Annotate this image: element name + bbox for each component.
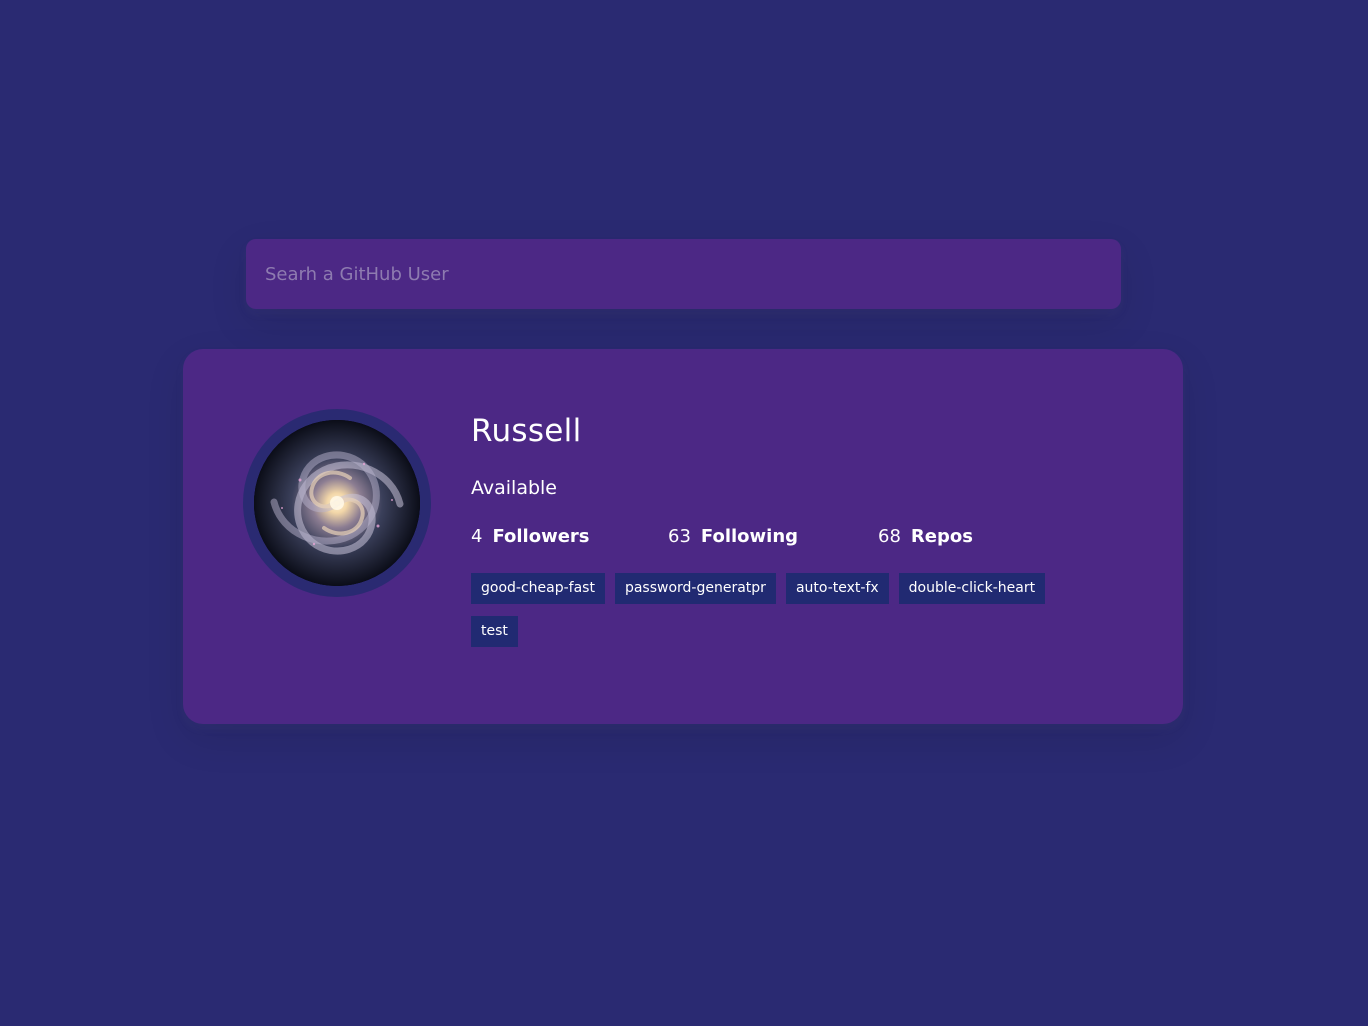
following-stat: 63 Following: [668, 526, 878, 547]
repos-count: 68: [878, 525, 901, 547]
following-count: 63: [668, 525, 691, 547]
repos-stat: 68 Repos: [878, 526, 973, 547]
user-info: Russell Available 4 Followers 63 Followi…: [471, 409, 1111, 659]
followers-stat: 4 Followers: [471, 526, 668, 547]
user-stats: 4 Followers 63 Following 68 Repos: [471, 523, 1111, 549]
repo-link[interactable]: password-generatpr: [614, 573, 776, 604]
galaxy-avatar-icon: [254, 420, 420, 586]
repo-link[interactable]: auto-text-fx: [785, 573, 889, 604]
followers-count: 4: [471, 525, 483, 547]
repo-link[interactable]: test: [471, 616, 518, 647]
avatar: [243, 409, 431, 597]
repo-link[interactable]: double-click-heart: [898, 573, 1046, 604]
search-input[interactable]: [246, 239, 1121, 309]
repo-link[interactable]: good-cheap-fast: [471, 573, 605, 604]
repo-list: good-cheap-fast password-generatpr auto-…: [471, 573, 1091, 659]
user-name: Russell: [471, 413, 582, 449]
following-label: Following: [700, 525, 799, 547]
followers-label: Followers: [492, 525, 590, 547]
repos-label: Repos: [910, 525, 973, 547]
user-bio: Available: [471, 477, 558, 499]
search-form: [246, 239, 1121, 309]
user-card: Russell Available 4 Followers 63 Followi…: [183, 349, 1183, 724]
